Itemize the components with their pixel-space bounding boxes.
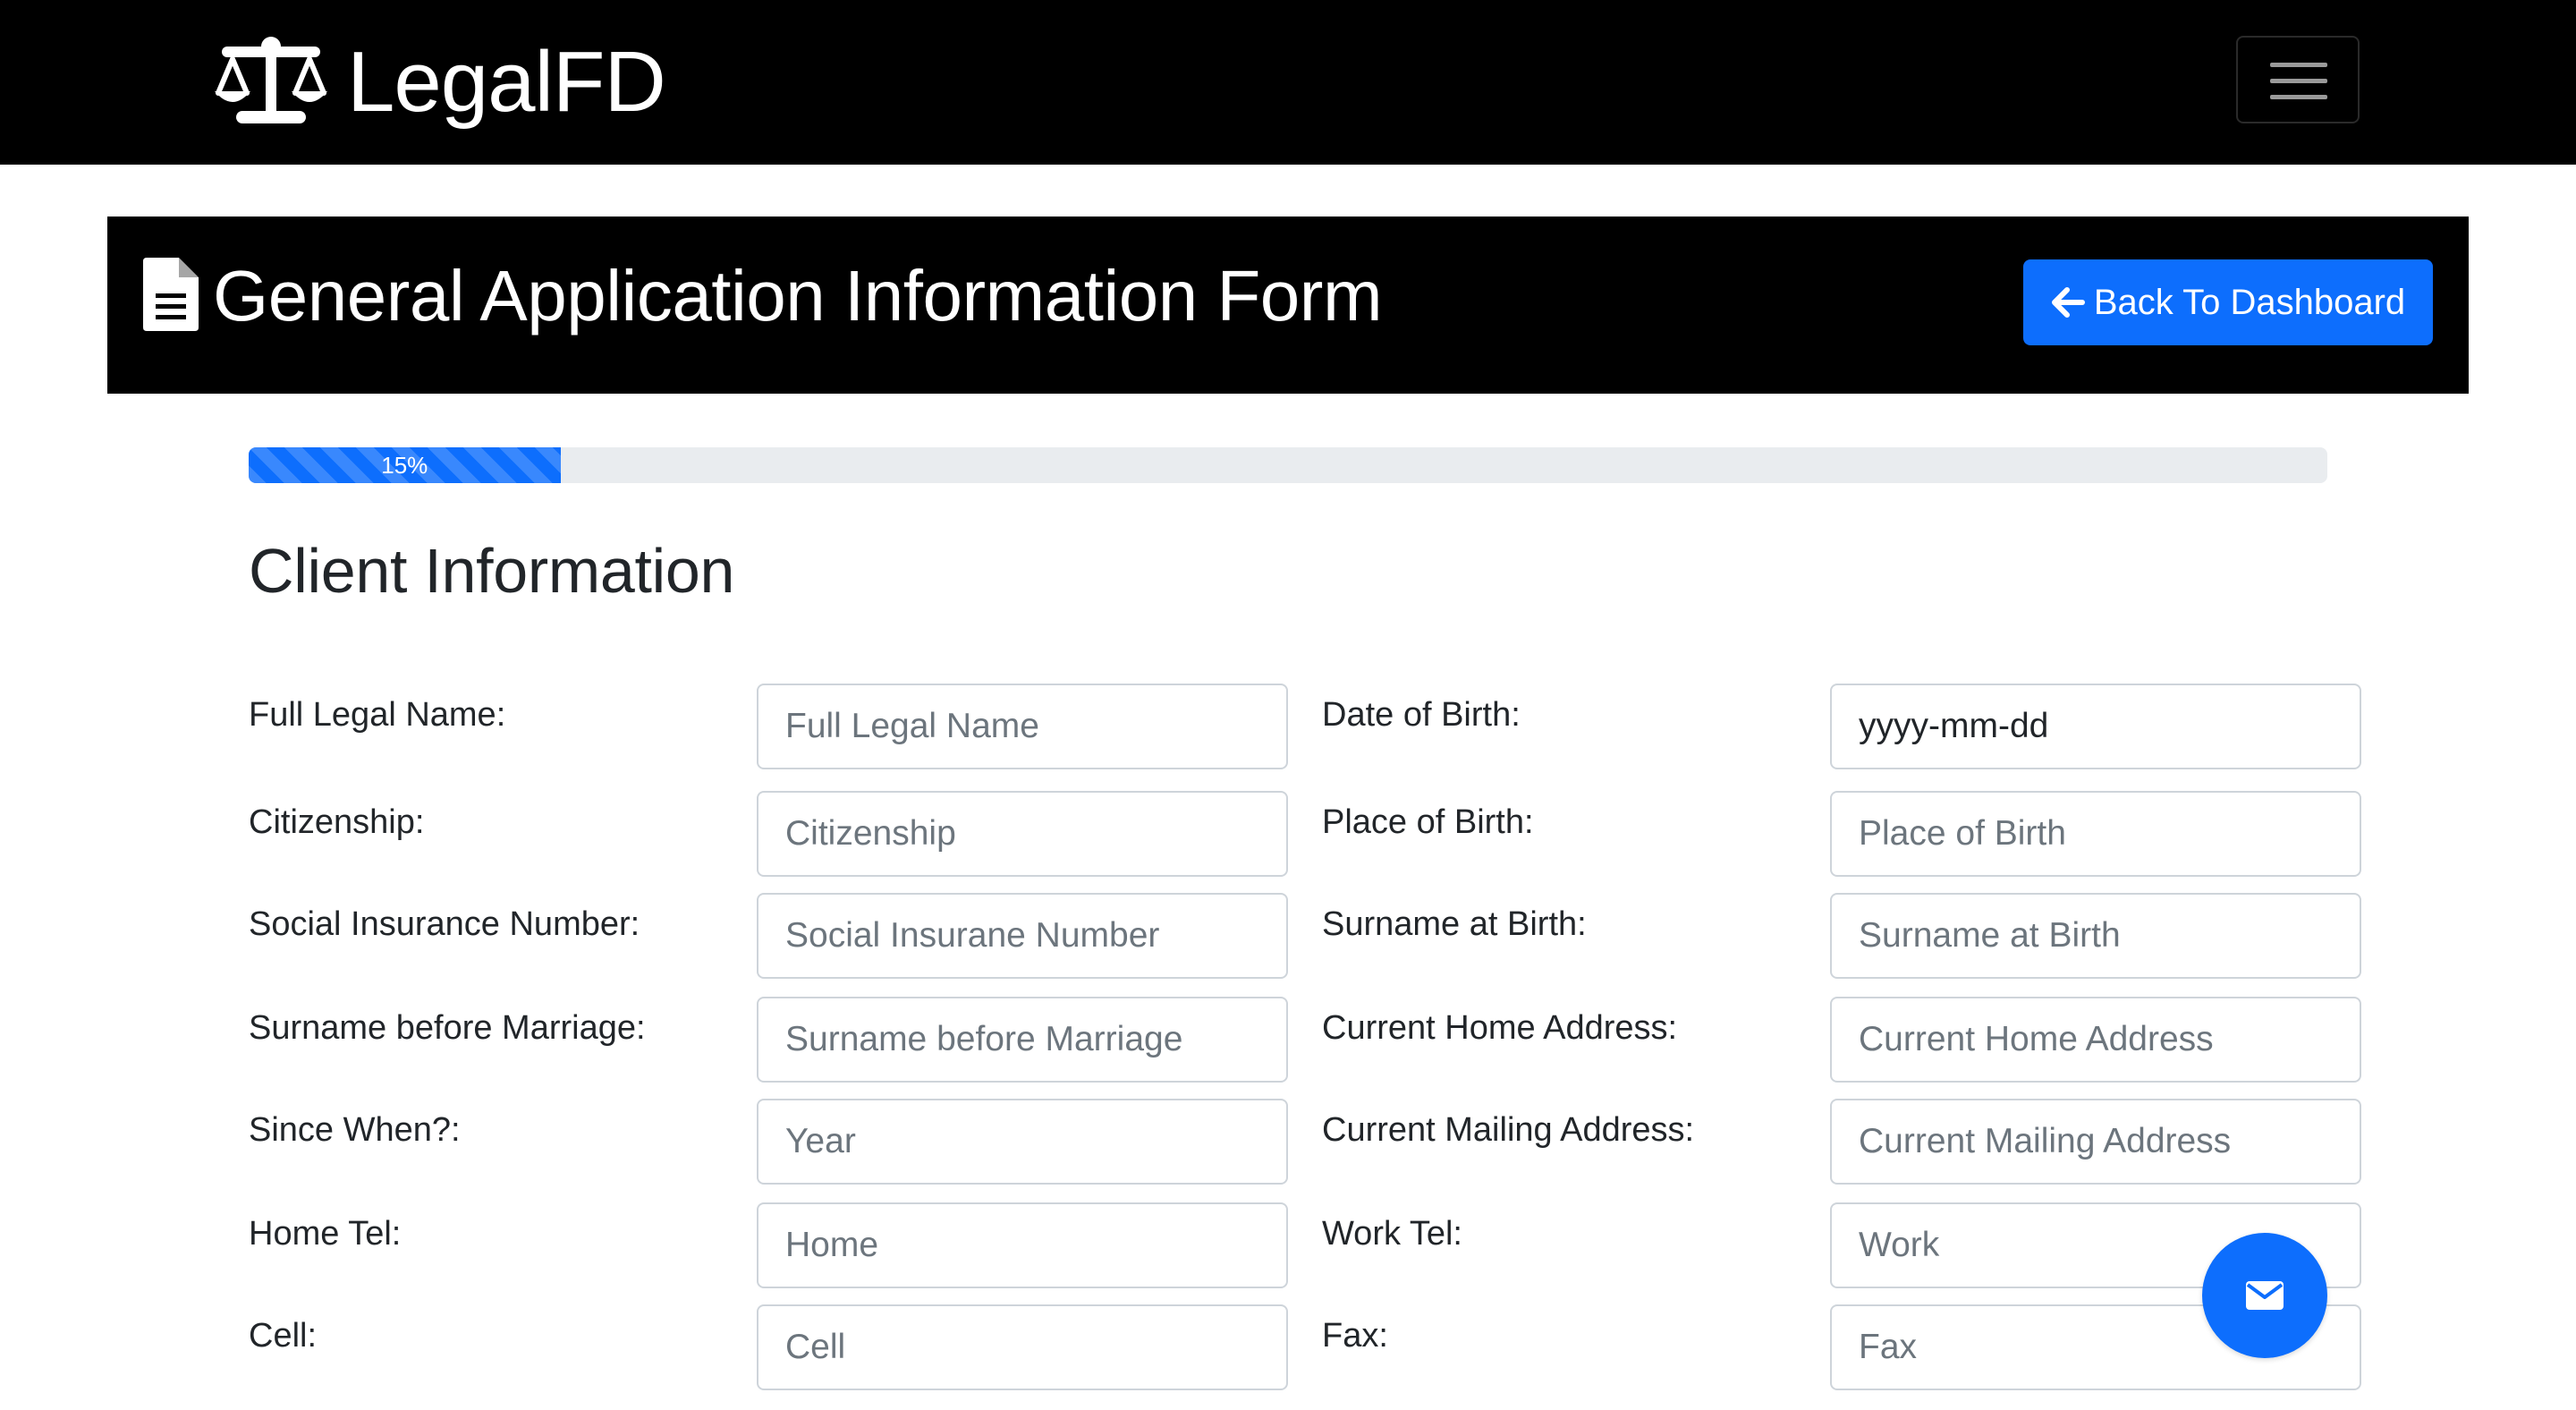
- top-navbar: LegalFD: [0, 0, 2576, 165]
- back-button-label: Back To Dashboard: [2093, 282, 2406, 322]
- social-insurance-number-input[interactable]: [757, 893, 1288, 979]
- surname-at-birth-input[interactable]: [1830, 893, 2361, 979]
- brand-link[interactable]: LegalFD: [213, 32, 666, 132]
- document-icon: [143, 258, 199, 331]
- form-row: Social Insurance Number: Surname at Birt…: [0, 893, 2576, 982]
- place-of-birth-input[interactable]: [1830, 791, 2361, 877]
- current-mailing-address-label: Current Mailing Address:: [1322, 1111, 1695, 1149]
- since-when-label: Since When?:: [249, 1111, 461, 1149]
- full-legal-name-input[interactable]: [757, 684, 1288, 769]
- envelope-icon: [2246, 1281, 2284, 1310]
- progress-track: 15%: [249, 447, 2327, 483]
- back-to-dashboard-button[interactable]: Back To Dashboard: [2023, 259, 2433, 345]
- progress-label: 15%: [381, 451, 428, 479]
- form-row: Home Tel: Work Tel:: [0, 1202, 2576, 1292]
- progress-bar: 15%: [249, 447, 561, 483]
- arrow-left-icon: [2051, 287, 2085, 318]
- social-insurance-number-label: Social Insurance Number:: [249, 905, 640, 943]
- full-legal-name-label: Full Legal Name:: [249, 696, 506, 734]
- balance-scale-icon: [215, 37, 327, 123]
- home-tel-input[interactable]: [757, 1202, 1288, 1288]
- form-row: Full Legal Name: Date of Birth: yyyy-mm-…: [0, 684, 2576, 773]
- form-row: Surname before Marriage: Current Home Ad…: [0, 997, 2576, 1086]
- form-row: Citizenship: Place of Birth:: [0, 791, 2576, 880]
- citizenship-label: Citizenship:: [249, 803, 425, 841]
- current-mailing-address-input[interactable]: [1830, 1099, 2361, 1185]
- citizenship-input[interactable]: [757, 791, 1288, 877]
- since-when-year-input[interactable]: [757, 1099, 1288, 1185]
- section-title: Client Information: [249, 536, 735, 606]
- date-of-birth-label: Date of Birth:: [1322, 696, 1521, 734]
- form-header: General Application Information Form Bac…: [107, 217, 2469, 394]
- current-home-address-input[interactable]: [1830, 997, 2361, 1083]
- cell-input[interactable]: [757, 1304, 1288, 1390]
- cell-label: Cell:: [249, 1317, 318, 1355]
- brand-name: LegalFD: [347, 34, 666, 130]
- surname-before-marriage-label: Surname before Marriage:: [249, 1009, 646, 1047]
- current-home-address-label: Current Home Address:: [1322, 1009, 1678, 1047]
- work-tel-label: Work Tel:: [1322, 1215, 1462, 1253]
- surname-before-marriage-input[interactable]: [757, 997, 1288, 1083]
- home-tel-label: Home Tel:: [249, 1215, 402, 1253]
- form-row: Cell: Fax:: [0, 1304, 2576, 1394]
- fax-label: Fax:: [1322, 1317, 1388, 1355]
- place-of-birth-label: Place of Birth:: [1322, 803, 1534, 841]
- contact-fab-button[interactable]: [2202, 1233, 2327, 1358]
- menu-toggle-button[interactable]: [2236, 36, 2360, 123]
- surname-at-birth-label: Surname at Birth:: [1322, 905, 1587, 943]
- page-title: General Application Information Form: [213, 256, 1383, 336]
- form-row: Since When?: Current Mailing Address:: [0, 1099, 2576, 1188]
- date-of-birth-input[interactable]: yyyy-mm-dd: [1830, 684, 2361, 769]
